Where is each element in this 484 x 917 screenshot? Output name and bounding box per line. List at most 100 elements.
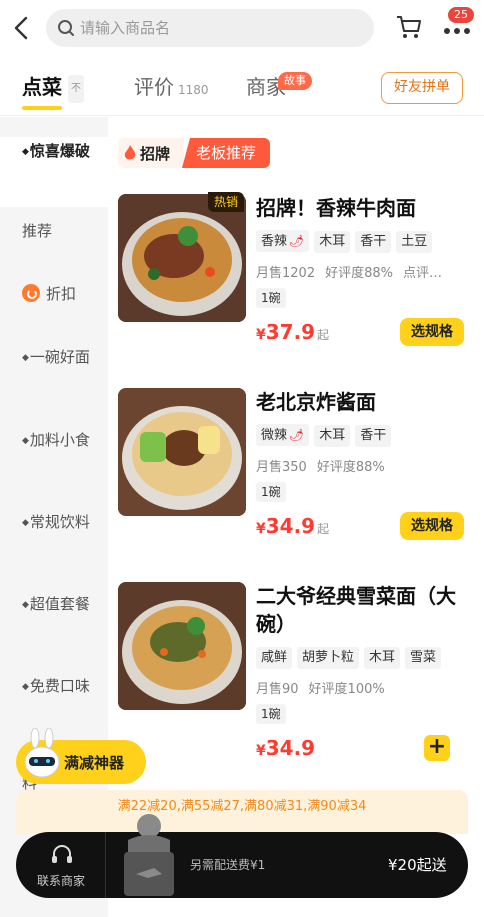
dish-card[interactable]: 二大爷经典雪菜面（大碗） 咸鲜 胡萝卜粒 木耳 雪菜 月售90 好评度100% 1碗 ¥… <box>118 582 478 762</box>
discount-helper-button[interactable]: 满减神器 <box>16 728 146 784</box>
monthly-sales: 月售90 <box>256 682 299 697</box>
rating: 好评度88% <box>325 266 393 281</box>
sidebar-item-discount[interactable]: 折扣 <box>0 284 108 304</box>
dish-tags: 香辣 🌶 木耳 香干 土豆 <box>256 230 437 253</box>
rating: 好评度100% <box>308 682 385 697</box>
dish-image[interactable] <box>118 194 246 322</box>
dish-tag: 木耳 <box>364 647 401 669</box>
dish-tag: 土豆 <box>396 231 433 253</box>
chili-icon: 🌶 <box>289 428 305 442</box>
dish-tag: 木耳 <box>314 425 351 447</box>
tab-order-extra: 不 <box>68 74 84 103</box>
discount-helper-label: 满减神器 <box>64 754 125 772</box>
dish-card[interactable]: 老北京炸酱面 微辣 🌶 木耳 香干 月售350 好评度88% 1碗 ¥34.9 起 选规格 <box>118 388 478 540</box>
sidebar-item-label: 加料小食 <box>29 431 90 449</box>
category-dot-icon: ◆ <box>22 518 29 528</box>
dish-name: 招牌！香辣牛肉面 <box>256 196 416 220</box>
group-order-button[interactable]: 好友拼单 <box>381 72 463 104</box>
dish-tag: 木耳 <box>314 231 351 253</box>
currency-symbol: ¥ <box>256 521 266 537</box>
rabbit-mascot-icon <box>24 728 60 778</box>
sidebar-item-label: 惊喜爆破 <box>29 142 90 160</box>
sidebar-item-surprise[interactable]: ◆惊喜爆破 <box>0 137 108 207</box>
dish-unit: 1碗 <box>256 288 286 308</box>
delivery-fee-text: 另需配送费¥1 <box>190 858 266 872</box>
dish-unit: 1碗 <box>256 704 286 724</box>
dish-price: ¥37.9 起 <box>256 320 329 344</box>
dish-price: ¥34.9 <box>256 736 315 760</box>
search-icon <box>58 20 74 36</box>
top-bar: 请输入商品名 25 <box>0 0 484 56</box>
price-value: 34.9 <box>265 514 316 538</box>
rating: 好评度88% <box>316 460 385 475</box>
cart-icon[interactable] <box>394 12 424 42</box>
tab-order[interactable]: 点菜不 <box>22 74 84 103</box>
dish-tags: 咸鲜 胡萝卜粒 木耳 雪菜 <box>256 646 446 669</box>
dish-tag: 雪菜 <box>405 647 442 669</box>
dish-stats: 月售90 好评度100% <box>256 678 395 697</box>
dish-tag: 微辣 🌶 <box>256 424 310 446</box>
more-menu-button[interactable]: 25 <box>440 7 474 44</box>
dish-photo-beef-noodle <box>118 194 246 322</box>
category-dot-icon: ◆ <box>22 682 29 692</box>
dish-name: 二大爷经典雪菜面（大碗） <box>256 584 456 636</box>
add-to-cart-button[interactable]: + <box>424 735 450 761</box>
courier-box-icon <box>124 814 174 896</box>
chili-icon: 🌶 <box>289 234 305 248</box>
category-dot-icon: ◆ <box>22 147 29 157</box>
dish-tag: 咸鲜 <box>256 647 293 669</box>
min-order-text: ¥20起送 <box>388 856 447 874</box>
flame-icon <box>124 145 136 160</box>
sidebar-item-label: 超值套餐 <box>29 595 90 613</box>
choose-spec-button[interactable]: 选规格 <box>400 318 464 346</box>
sidebar-item-label: 推荐 <box>22 222 53 240</box>
dish-photo-zhajiang-noodle <box>118 388 246 516</box>
sidebar-item-noodles[interactable]: ◆一碗好面 <box>0 347 108 368</box>
sidebar-item-label: 一碗好面 <box>29 348 90 366</box>
price-value: 37.9 <box>265 320 316 344</box>
sidebar-item-snacks[interactable]: ◆加料小食 <box>0 430 108 451</box>
sidebar-item-recommend[interactable]: 推荐 <box>0 221 108 241</box>
dish-name: 老北京炸酱面 <box>256 390 376 414</box>
dish-image[interactable] <box>118 388 246 516</box>
sidebar-item-label: 免费口味 <box>29 677 90 695</box>
contact-merchant-button[interactable]: 联系商家 <box>16 832 106 898</box>
currency-symbol: ¥ <box>256 743 266 759</box>
active-tab-indicator <box>22 106 62 110</box>
monthly-sales: 月售1202 <box>256 266 316 281</box>
tab-reviews[interactable]: 评价 1180 <box>134 74 209 103</box>
category-dot-icon: ◆ <box>22 600 29 610</box>
bottom-cart-bar[interactable]: 联系商家 另需配送费¥1 ¥20起送 <box>16 832 468 898</box>
choose-spec-button[interactable]: 选规格 <box>400 512 464 540</box>
sidebar-item-combo[interactable]: ◆超值套餐 <box>0 594 108 615</box>
headset-icon <box>52 845 72 863</box>
sidebar-item-drinks[interactable]: ◆常规饮料 <box>0 512 108 533</box>
boss-recommend-label: 老板推荐 <box>182 138 270 168</box>
sidebar-item-free-flavor[interactable]: ◆免费口味 <box>0 676 108 697</box>
story-badge: 故事 <box>278 72 312 90</box>
signature-label: 招牌 <box>140 145 171 163</box>
price-suffix: 起 <box>317 522 330 536</box>
currency-symbol: ¥ <box>256 327 266 343</box>
dish-card[interactable]: 招牌！香辣牛肉面 香辣 🌶 木耳 香干 土豆 月售1202 好评度88% 点评… 1碗 ¥3… <box>118 194 478 346</box>
category-dot-icon: ◆ <box>22 436 29 446</box>
contact-merchant-label: 联系商家 <box>36 874 85 888</box>
tab-reviews-label: 评价 <box>134 75 174 99</box>
search-input[interactable]: 请输入商品名 <box>46 9 374 47</box>
dish-tag: 香干 <box>355 231 392 253</box>
review-link: 点评… <box>403 266 443 281</box>
dish-stats: 月售1202 好评度88% 点评… <box>256 262 452 281</box>
dish-unit: 1碗 <box>256 482 286 502</box>
sidebar-item-label: 常规饮料 <box>29 513 90 531</box>
hot-selling-badge: 热销 <box>208 192 245 212</box>
search-placeholder: 请输入商品名 <box>80 19 171 37</box>
sidebar-item-label: 折扣 <box>46 285 77 303</box>
dish-tag: 香辣 🌶 <box>256 230 310 252</box>
promo-rules: 满22减20,满55减27,满80减31,满90减34 <box>16 790 468 834</box>
dish-photo-pickled-greens-noodle <box>118 582 246 710</box>
dish-stats: 月售350 好评度88% <box>256 456 395 475</box>
back-arrow-icon[interactable] <box>8 12 36 44</box>
discount-icon <box>22 284 40 302</box>
dish-image[interactable] <box>118 582 246 710</box>
review-count: 1180 <box>178 83 209 97</box>
